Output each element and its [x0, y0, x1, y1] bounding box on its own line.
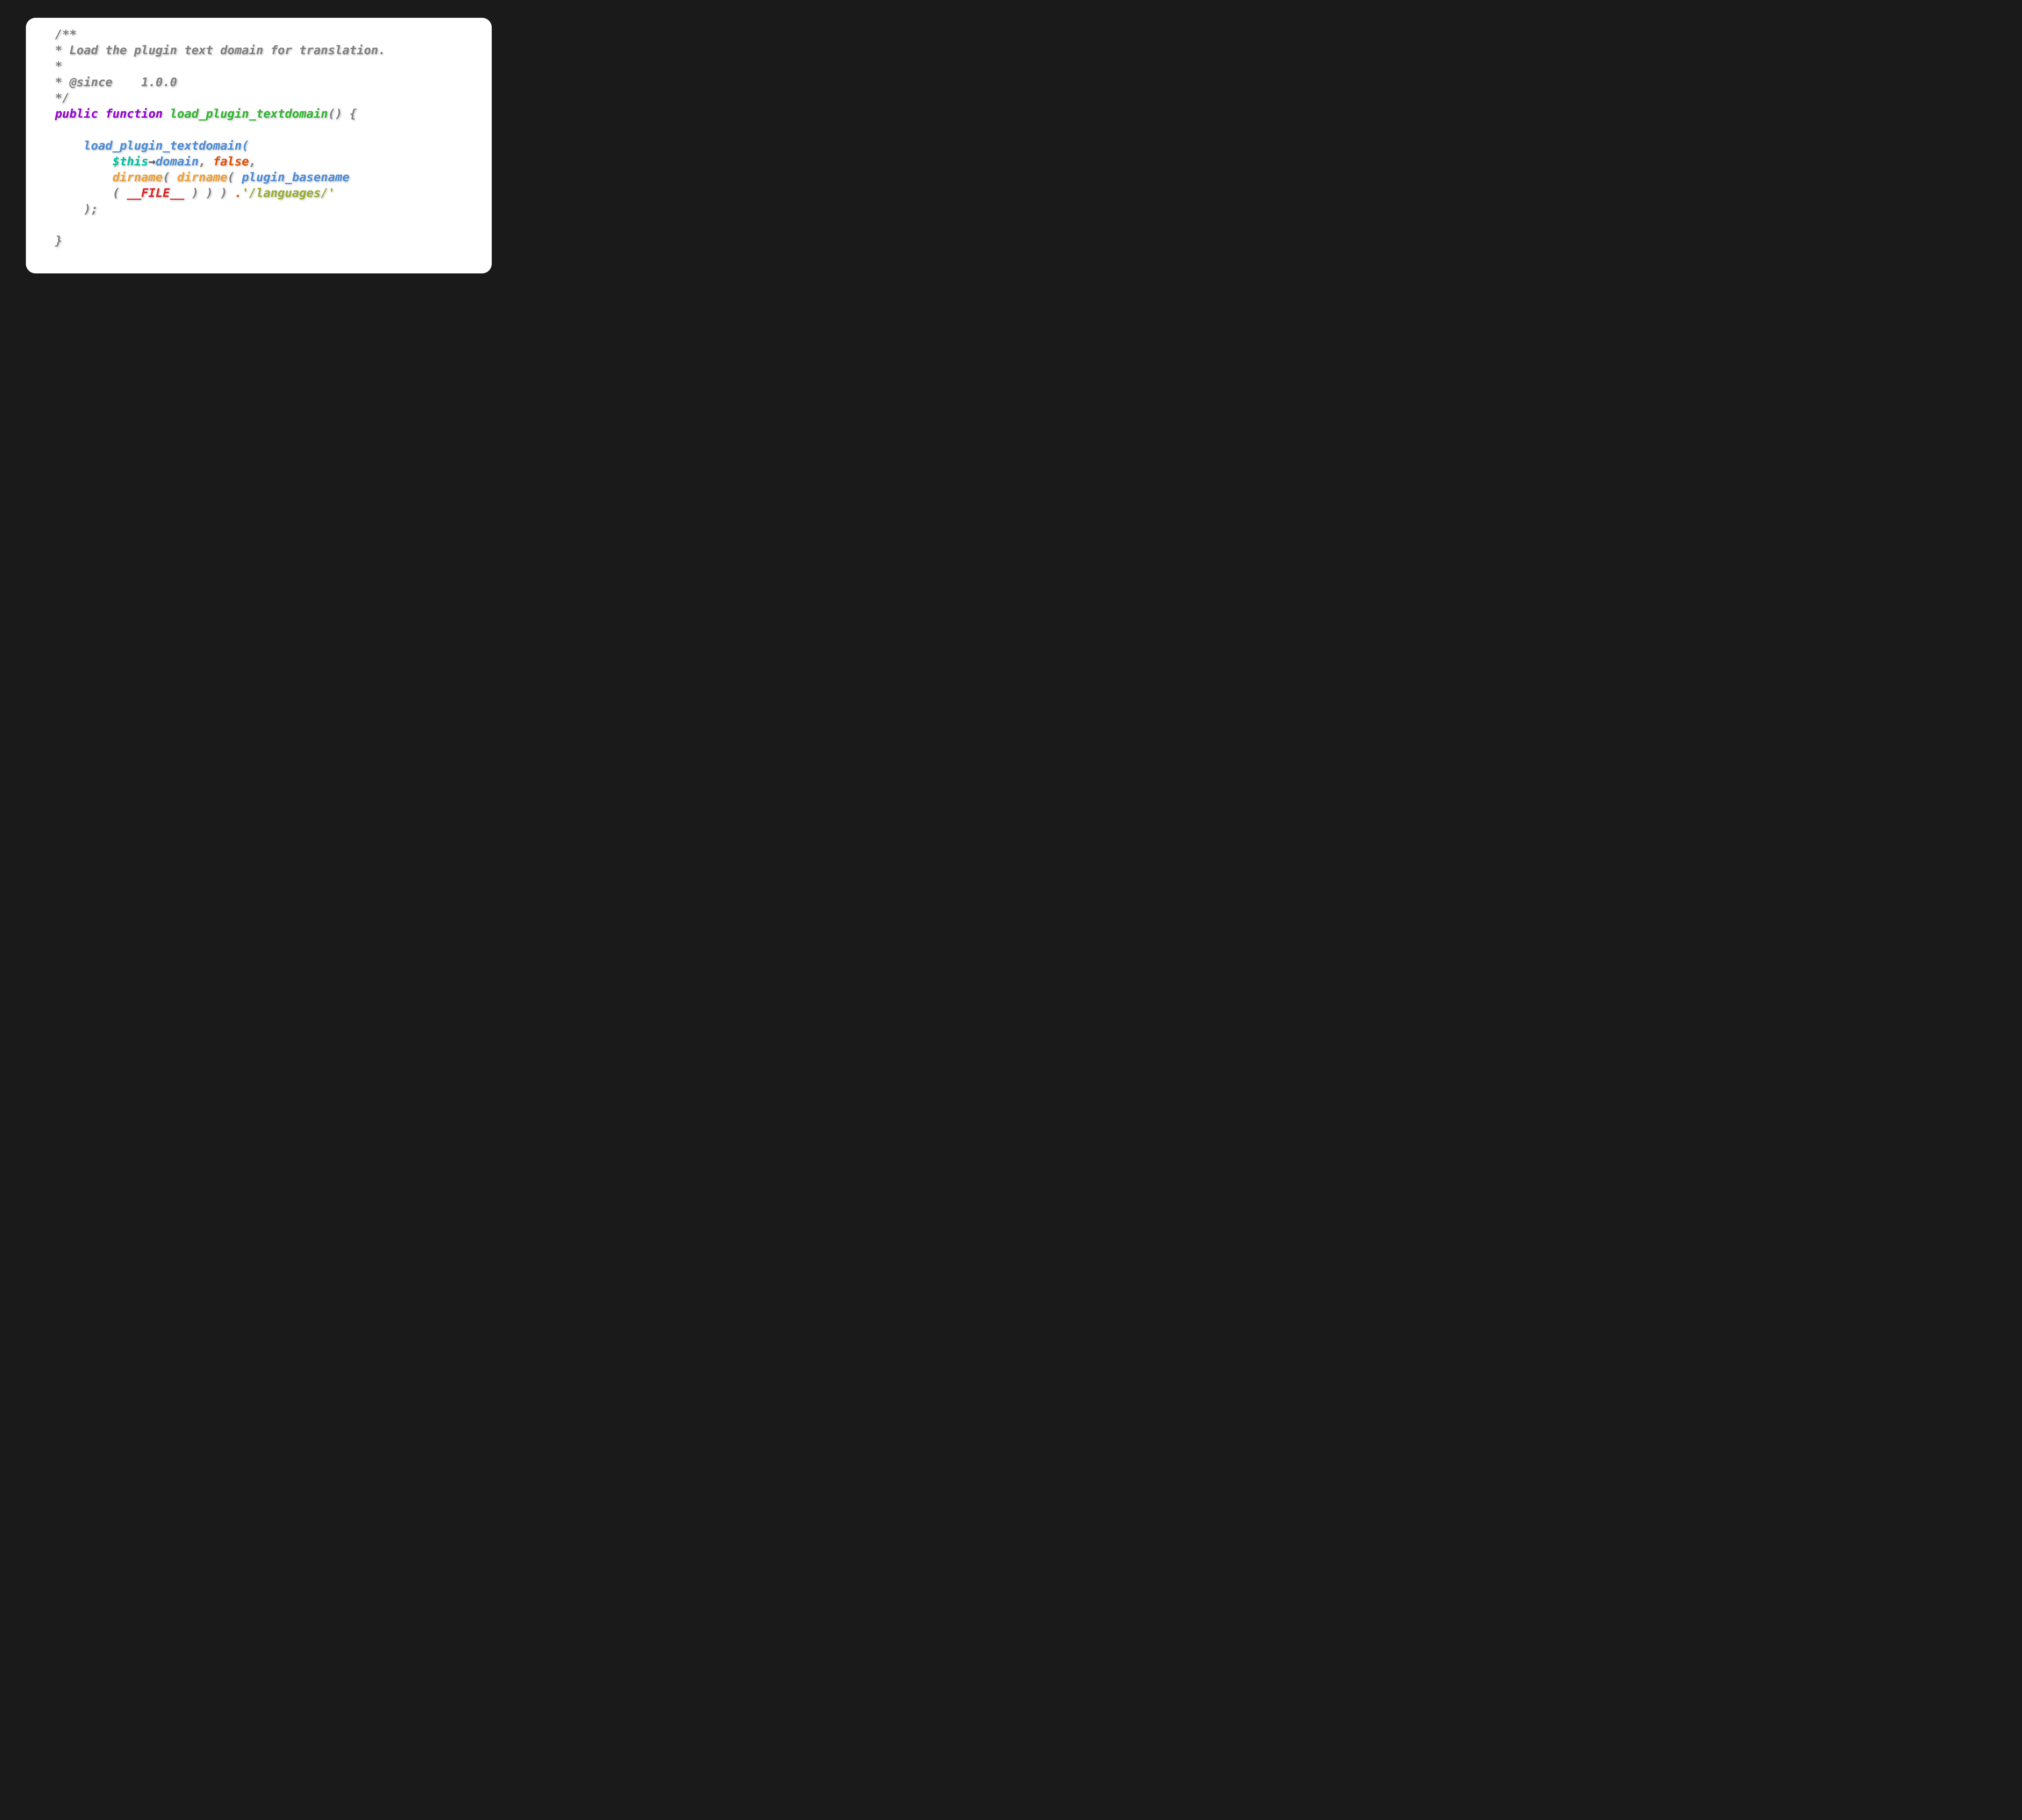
comment-line-1: * Load the plugin text domain for transl…: [55, 43, 385, 57]
call-open-paren: (: [242, 139, 249, 152]
keyword-function: function: [105, 107, 163, 121]
literal-false: false: [213, 154, 249, 168]
string-languages: '/languages/': [242, 186, 335, 200]
paren-pair: (): [328, 107, 343, 121]
function-name: load_plugin_textdomain: [170, 107, 328, 121]
paren-close-triple: ) ) ): [184, 186, 228, 200]
arrow-operator: →: [148, 154, 156, 168]
property-domain: domain: [156, 154, 199, 168]
call-plugin-basename: plugin_basename: [242, 170, 349, 184]
code-snippet-container: /** * Load the plugin text domain for tr…: [26, 18, 492, 273]
keyword-public: public: [55, 107, 98, 121]
close-brace: }: [55, 234, 62, 248]
paren-open-3: (: [112, 186, 120, 200]
paren-open-1: (: [163, 170, 170, 184]
call-dirname-1: dirname: [112, 170, 163, 184]
paren-open-2: (: [227, 170, 235, 184]
magic-file: __FILE__: [127, 186, 184, 200]
comment-open: /**: [55, 28, 76, 41]
comment-close: */: [55, 91, 70, 105]
variable-this: $this: [112, 154, 148, 168]
comment-version: 1.0.0: [141, 75, 177, 89]
call-load-plugin-textdomain: load_plugin_textdomain: [84, 139, 242, 152]
concat-dot: .: [227, 186, 242, 200]
comment-since-prefix: * @since: [55, 75, 141, 89]
comment-line-2: *: [55, 59, 62, 73]
comma-2: ,: [249, 154, 256, 168]
comma-1: ,: [199, 154, 206, 168]
open-brace: {: [342, 107, 357, 121]
call-dirname-2: dirname: [177, 170, 227, 184]
call-close: );: [84, 202, 98, 216]
